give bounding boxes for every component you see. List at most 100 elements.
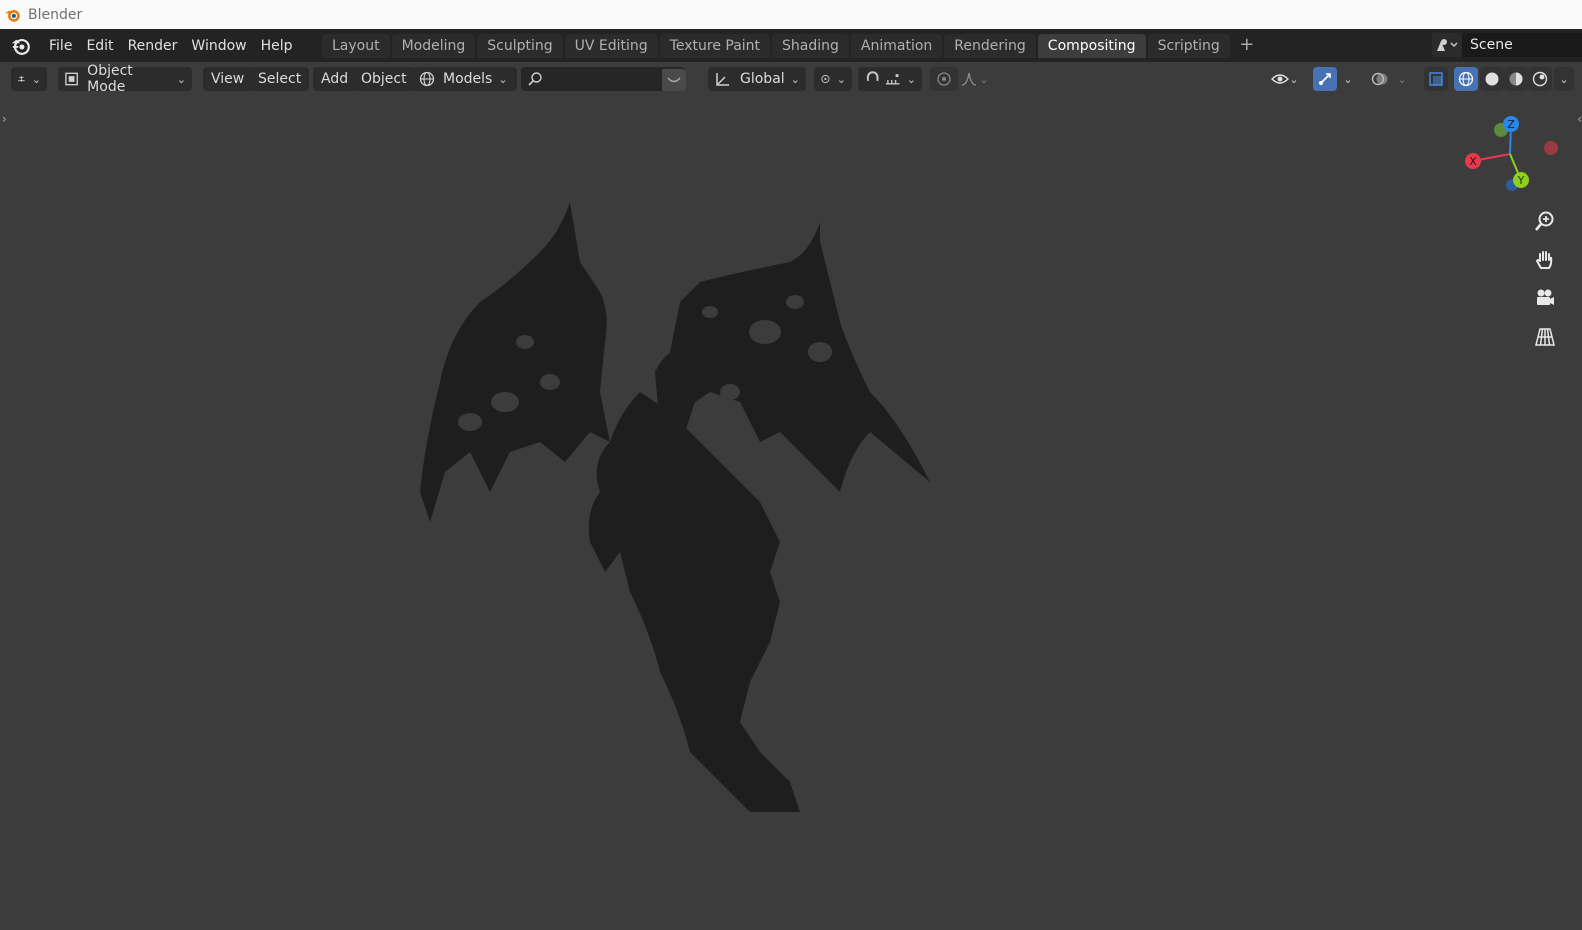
filter-curve-icon	[667, 77, 681, 83]
window-title: Blender	[28, 6, 83, 23]
toolbar-expand-icon[interactable]: ›	[2, 112, 7, 126]
chevron-down-icon: ⌄	[906, 72, 916, 86]
pivot-point-dropdown[interactable]: ⌄	[814, 67, 852, 91]
shading-dropdown[interactable]: ⌄	[1554, 67, 1574, 91]
dragon-model-silhouette[interactable]	[400, 192, 960, 832]
camera-view-button[interactable]	[1530, 283, 1560, 313]
rendered-sphere-icon	[1532, 71, 1548, 87]
visibility-dropdown[interactable]: ⌄	[1266, 67, 1304, 91]
perspective-toggle-button[interactable]	[1530, 322, 1560, 352]
workspace-tabs: Layout Modeling Sculpting UV Editing Tex…	[322, 33, 1258, 59]
chevron-down-icon: ⌄	[1559, 72, 1569, 86]
view-menu[interactable]: View	[203, 67, 253, 91]
material-sphere-icon	[1509, 72, 1523, 86]
globe-icon	[419, 71, 435, 87]
editor-type-button[interactable]: ⌄	[11, 67, 47, 91]
menu-render[interactable]: Render	[121, 34, 185, 58]
tab-rendering[interactable]: Rendering	[944, 34, 1036, 58]
chevron-down-icon: ⌄	[498, 72, 508, 86]
gizmo-x-label: X	[1469, 155, 1477, 168]
overlays-dropdown[interactable]: ⌄	[1394, 67, 1410, 91]
chevron-down-icon: ⌄	[1289, 72, 1299, 86]
tab-scripting[interactable]: Scripting	[1147, 34, 1230, 58]
menu-help[interactable]: Help	[254, 34, 300, 58]
falloff-curve-icon	[962, 72, 977, 86]
snapping-group[interactable]: ⌄	[858, 67, 922, 91]
orientation-icon	[716, 73, 729, 86]
chevron-down-icon: ⌄	[790, 72, 800, 86]
select-menu[interactable]: Select	[250, 67, 310, 91]
add-workspace-button[interactable]: +	[1236, 35, 1258, 57]
zoom-button[interactable]	[1530, 206, 1560, 236]
snap-increment-icon	[886, 74, 900, 85]
magnet-icon	[866, 71, 879, 81]
gizmo-y-label: Y	[1517, 174, 1525, 187]
gizmo-z-label: Z	[1507, 118, 1515, 131]
menu-edit[interactable]: Edit	[79, 34, 120, 58]
tab-animation[interactable]: Animation	[850, 34, 943, 58]
wireframe-sphere-icon	[1458, 71, 1474, 87]
grid-perspective-icon	[1535, 328, 1555, 346]
gizmo-icon	[1319, 73, 1331, 85]
sidebar-expand-icon[interactable]: ‹	[1577, 112, 1582, 126]
viewport-header: ⌄ Object Mode ⌄ View Select Add Object M…	[0, 62, 1582, 96]
menu-file[interactable]: File	[42, 34, 79, 58]
scene-selector: Scene	[1432, 32, 1582, 58]
overlays-icon	[1371, 72, 1388, 86]
mode-dropdown[interactable]: Object Mode ⌄	[58, 63, 192, 95]
scene-browse-button[interactable]	[1432, 33, 1462, 57]
blender-logo-icon	[4, 9, 20, 22]
shading-rendered-button[interactable]	[1528, 67, 1552, 91]
collection-dropdown[interactable]: Models ⌄	[413, 67, 517, 91]
collection-label: Models	[443, 71, 493, 87]
top-bar: File Edit Render Window Help Layout Mode…	[0, 29, 1582, 62]
solid-sphere-icon	[1485, 72, 1499, 86]
gizmo-dropdown[interactable]: ⌄	[1338, 67, 1358, 91]
search-input[interactable]	[521, 67, 685, 91]
add-menu[interactable]: Add	[313, 67, 357, 91]
proportional-edit-icon	[937, 72, 951, 86]
overlays-toggle[interactable]	[1368, 67, 1392, 91]
blender-menu-icon[interactable]	[10, 35, 32, 57]
menu-window[interactable]: Window	[184, 34, 253, 58]
gizmo-toggle[interactable]	[1313, 67, 1337, 91]
tab-sculpting[interactable]: Sculpting	[477, 34, 563, 58]
tab-texture-paint[interactable]: Texture Paint	[659, 34, 771, 58]
object-mode-icon	[65, 72, 78, 86]
camera-icon	[1537, 289, 1554, 305]
shading-solid-button[interactable]	[1480, 67, 1504, 91]
shading-wireframe-button[interactable]	[1454, 67, 1478, 91]
editor-type-icon	[18, 76, 25, 82]
proportional-falloff-dropdown[interactable]: ⌄	[958, 67, 992, 91]
filter-toggle[interactable]	[662, 69, 686, 91]
orientation-label: Global	[740, 71, 785, 87]
navigation-gizmo[interactable]: Z X Y	[1465, 112, 1565, 202]
scene-name-field[interactable]: Scene	[1462, 33, 1582, 57]
tab-layout[interactable]: Layout	[322, 34, 390, 58]
gizmo-neg-x-icon[interactable]	[1544, 141, 1558, 155]
chevron-down-icon: ⌄	[979, 72, 989, 86]
tab-modeling[interactable]: Modeling	[391, 34, 476, 58]
xray-toggle[interactable]	[1424, 67, 1448, 91]
tab-shading[interactable]: Shading	[772, 34, 849, 58]
chevron-down-icon: ⌄	[836, 72, 846, 86]
3d-viewport[interactable]: ⌄ Object Mode ⌄ View Select Add Object M…	[0, 62, 1582, 930]
pivot-icon	[821, 74, 830, 84]
transform-orientation-dropdown[interactable]: Global ⌄	[708, 67, 806, 91]
search-icon	[528, 72, 542, 86]
pan-button[interactable]	[1530, 245, 1560, 275]
tab-compositing[interactable]: Compositing	[1037, 34, 1146, 58]
chevron-down-icon: ⌄	[1343, 72, 1353, 86]
chevron-down-icon: ⌄	[176, 72, 186, 86]
eye-icon	[1271, 74, 1290, 84]
tab-uv-editing[interactable]: UV Editing	[564, 34, 658, 58]
hand-icon	[1535, 251, 1553, 269]
xray-icon	[1429, 72, 1443, 86]
proportional-editing-toggle[interactable]	[930, 67, 958, 91]
shading-material-button[interactable]	[1504, 67, 1528, 91]
chevron-down-icon: ⌄	[1397, 72, 1407, 86]
chevron-down-icon: ⌄	[31, 72, 41, 86]
mode-label: Object Mode	[87, 63, 133, 95]
object-menu[interactable]: Object	[353, 67, 415, 91]
scene-icon	[1437, 39, 1458, 51]
